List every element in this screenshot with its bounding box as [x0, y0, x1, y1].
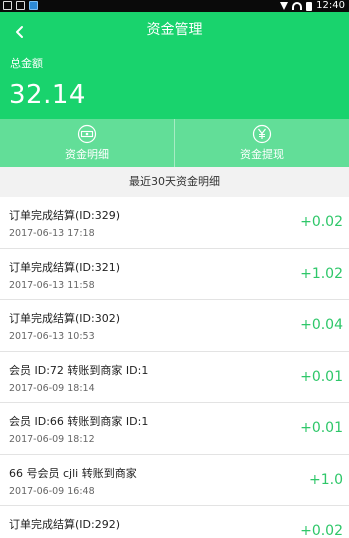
transaction-title: 66 号会员 cjli 转账到商家 — [9, 466, 137, 480]
transaction-date: 2017-06-13 10:53 — [9, 331, 95, 342]
notification-icon — [3, 1, 12, 10]
transaction-title: 订单完成结算(ID:292) — [9, 518, 120, 531]
transaction-date: 2017-06-09 18:14 — [9, 382, 95, 394]
location-icon — [280, 2, 289, 10]
transaction-row[interactable]: 会员 ID:66 转账到商家 ID:1 2017-06-09 18:12 +0.… — [0, 403, 349, 455]
transaction-date: 2017-06-09 18:12 — [9, 434, 95, 445]
battery-icon — [306, 1, 313, 11]
fund-withdraw-button[interactable]: 资金提现 — [175, 119, 349, 167]
notification-icon — [16, 1, 25, 10]
total-amount-label: 总金额 — [10, 57, 43, 70]
transaction-title: 订单完成结算(ID:321) — [9, 260, 120, 274]
transaction-date: 2017-06-13 11:58 — [9, 279, 95, 291]
action-row: 资金明细 资金提现 — [0, 119, 349, 167]
wifi-icon — [292, 2, 303, 10]
transaction-row[interactable]: 订单完成结算(ID:329) 2017-06-13 17:18 +0.02 — [0, 197, 349, 249]
transaction-list: 订单完成结算(ID:329) 2017-06-13 17:18 +0.02 订单… — [0, 197, 349, 538]
fund-detail-button[interactable]: 资金明细 — [0, 119, 175, 167]
transaction-amount: +0.04 — [300, 317, 343, 333]
transaction-amount: +1.0 — [309, 471, 343, 488]
transaction-amount: +0.01 — [300, 368, 343, 385]
transaction-title: 订单完成结算(ID:329) — [9, 209, 120, 222]
transaction-amount: +0.01 — [300, 420, 343, 436]
page-title: 资金管理 — [146, 22, 203, 38]
fund-withdraw-label: 资金提现 — [240, 148, 284, 161]
system-icons: 12:40 — [280, 0, 345, 12]
status-time: 12:40 — [316, 0, 345, 11]
app-header: 资金管理 总金额 32.14 资金明细 资金提现 — [0, 12, 349, 167]
transaction-title: 订单完成结算(ID:302) — [9, 312, 120, 325]
transaction-date: 2017-06-13 17:18 — [9, 228, 95, 239]
notification-icons — [3, 1, 38, 10]
transaction-amount: +0.02 — [300, 523, 343, 538]
transaction-title: 会员 ID:72 转账到商家 ID:1 — [9, 363, 149, 377]
transaction-amount: +1.02 — [300, 265, 343, 282]
transaction-row[interactable]: 66 号会员 cjli 转账到商家 2017-06-09 16:48 +1.0 — [0, 454, 349, 506]
transaction-title: 会员 ID:66 转账到商家 ID:1 — [9, 415, 149, 428]
status-bar: 12:40 — [0, 0, 349, 12]
section-title: 最近30天资金明细 — [0, 167, 349, 197]
transaction-row[interactable]: 订单完成结算(ID:302) 2017-06-13 10:53 +0.04 — [0, 300, 349, 352]
total-amount-value: 32.14 — [9, 80, 86, 110]
transaction-row[interactable]: 订单完成结算(ID:292) +0.02 — [0, 506, 349, 538]
transaction-date: 2017-06-09 16:48 — [9, 485, 95, 497]
fund-detail-label: 资金明细 — [65, 148, 109, 161]
transaction-amount: +0.02 — [300, 214, 343, 230]
app-notification-icon — [29, 1, 38, 10]
transaction-row[interactable]: 会员 ID:72 转账到商家 ID:1 2017-06-09 18:14 +0.… — [0, 351, 349, 403]
money-detail-icon — [77, 124, 97, 144]
transaction-row[interactable]: 订单完成结算(ID:321) 2017-06-13 11:58 +1.02 — [0, 248, 349, 300]
yen-withdraw-icon — [252, 124, 272, 144]
